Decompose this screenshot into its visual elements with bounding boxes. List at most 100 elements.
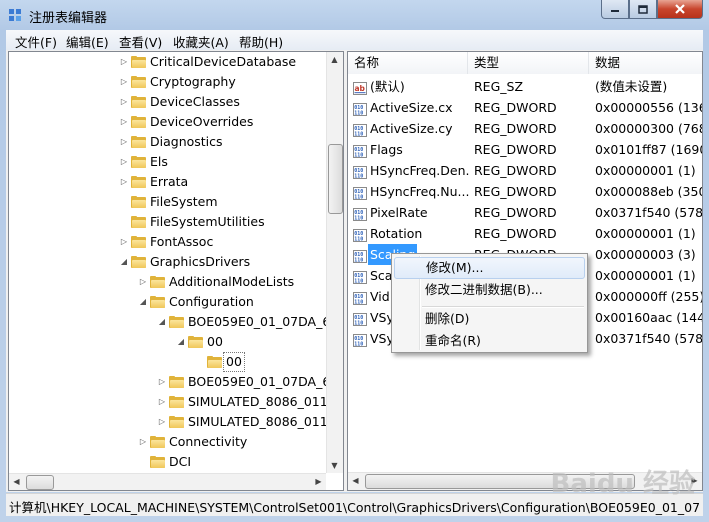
collapsed-arrow-icon[interactable]: ▷ xyxy=(138,272,148,292)
value-row[interactable]: ab (默认) REG_SZ (数值未设置) xyxy=(348,76,702,97)
value-row[interactable]: 010 110 ActiveSize.cy REG_DWORD 0x00000300 (… xyxy=(348,118,702,139)
menu-edit[interactable]: 编辑(E) xyxy=(66,32,109,51)
value-row[interactable]: 010 110 ActiveSize.cx REG_DWORD 0x00000556 (… xyxy=(348,97,702,118)
menu-favorites[interactable]: 收藏夹(A) xyxy=(173,32,229,51)
scroll-up-arrow-icon[interactable]: ▲ xyxy=(327,52,342,67)
folder-icon xyxy=(150,456,165,468)
value-row[interactable]: 010 110 HSyncFreq.Nu... REG_DWORD 0x000088eb… xyxy=(348,181,702,202)
collapsed-arrow-icon[interactable]: ▷ xyxy=(157,392,167,412)
tree-item-label: DCI xyxy=(169,454,192,469)
expanded-arrow-icon[interactable]: ◢ xyxy=(119,252,129,272)
folder-icon xyxy=(131,96,146,108)
context-menu-rename[interactable]: 重命名(R) xyxy=(394,330,585,352)
folder-icon xyxy=(131,216,146,228)
column-header-name[interactable]: 名称 xyxy=(348,52,468,74)
svg-text:110: 110 xyxy=(354,237,363,243)
value-name: (默认) xyxy=(370,79,405,94)
folder-icon xyxy=(169,316,184,328)
registry-tree-pane[interactable]: ▷ CriticalDeviceDatabase ▷ Cryptography ▷ Dev… xyxy=(8,51,344,491)
close-button[interactable] xyxy=(657,0,703,19)
value-data: 0x0101ff87 (16908 xyxy=(595,142,702,157)
tree-item[interactable]: ▷ DeviceClasses xyxy=(9,92,326,112)
collapsed-arrow-icon[interactable]: ▷ xyxy=(119,52,129,72)
menu-file[interactable]: 文件(F) xyxy=(15,32,57,51)
column-header-type[interactable]: 类型 xyxy=(468,52,589,74)
column-header-data[interactable]: 数据 xyxy=(589,52,702,74)
tree-item[interactable]: ▷ BOE059E0_01_07DA_6C xyxy=(9,372,339,392)
tree-horizontal-scroll-thumb[interactable] xyxy=(26,475,54,490)
binary-value-icon: 010 110 xyxy=(353,143,367,159)
tree-item[interactable]: ▷ Diagnostics xyxy=(9,132,326,152)
title-bar[interactable]: 注册表编辑器 xyxy=(0,0,709,30)
maximize-icon xyxy=(638,4,648,14)
tree-item[interactable]: ▷ SIMULATED_8086_0116_ xyxy=(9,392,342,412)
svg-text:110: 110 xyxy=(354,321,363,327)
registry-editor-icon xyxy=(9,9,21,21)
scroll-left-arrow-icon[interactable]: ◀ xyxy=(348,473,363,488)
window-title: 注册表编辑器 xyxy=(29,11,108,26)
collapsed-arrow-icon[interactable]: ▷ xyxy=(119,172,129,192)
tree-item[interactable]: ▷ SIMULATED_8086_0116_ xyxy=(9,412,342,432)
svg-text:110: 110 xyxy=(354,132,363,138)
value-row[interactable]: 010 110 HSyncFreq.Den... REG_DWORD 0x0000000… xyxy=(348,160,702,181)
binary-value-icon: 010 110 xyxy=(353,206,367,222)
scroll-right-arrow-icon[interactable]: ▶ xyxy=(311,474,326,489)
expanded-arrow-icon[interactable]: ◢ xyxy=(157,312,167,332)
tree-item[interactable]: ◢ GraphicsDrivers xyxy=(9,252,326,272)
collapsed-arrow-icon[interactable]: ▷ xyxy=(138,432,148,452)
tree-item[interactable]: FileSystem xyxy=(9,192,326,212)
collapsed-arrow-icon[interactable]: ▷ xyxy=(119,132,129,152)
tree-item[interactable]: 00 xyxy=(9,352,326,372)
collapsed-arrow-icon[interactable]: ▷ xyxy=(119,112,129,132)
tree-item[interactable]: ▷ CriticalDeviceDatabase xyxy=(9,52,326,72)
tree-item-label: CriticalDeviceDatabase xyxy=(150,54,297,69)
scroll-left-arrow-icon[interactable]: ◀ xyxy=(9,474,24,489)
tree-item[interactable]: DCI xyxy=(9,452,326,472)
binary-value-icon: 010 110 xyxy=(353,185,367,201)
collapsed-arrow-icon[interactable]: ▷ xyxy=(119,72,129,92)
collapsed-arrow-icon[interactable]: ▷ xyxy=(119,152,129,172)
tree-vertical-scroll-thumb[interactable] xyxy=(328,144,343,214)
expanded-arrow-icon[interactable]: ◢ xyxy=(138,292,148,312)
maximize-button[interactable] xyxy=(629,0,657,19)
tree-item[interactable]: ▷ AdditionalModeLists xyxy=(9,272,326,292)
watermark: Baidu 经验 xyxy=(550,469,695,499)
tree-item[interactable]: ▷ DeviceOverrides xyxy=(9,112,326,132)
tree-item[interactable]: ◢ 00 xyxy=(9,332,326,352)
tree-item-label: DeviceOverrides xyxy=(150,114,254,129)
svg-text:110: 110 xyxy=(354,174,363,180)
context-menu-delete[interactable]: 删除(D) xyxy=(394,308,585,330)
menu-help[interactable]: 帮助(H) xyxy=(239,32,283,51)
value-row[interactable]: 010110PixelRate REG_DWORD 0x0371f540 (5780… xyxy=(348,202,702,223)
menu-view[interactable]: 查看(V) xyxy=(119,32,162,51)
scroll-down-arrow-icon[interactable]: ▼ xyxy=(327,458,342,473)
menu-bar: 文件(F) 编辑(E) 查看(V) 收藏夹(A) 帮助(H) xyxy=(6,30,703,51)
context-menu-modify[interactable]: 修改(M)... xyxy=(394,257,585,279)
tree-item[interactable]: FileSystemUtilities xyxy=(9,212,326,232)
tree-item-label: Els xyxy=(150,154,168,169)
tree-item[interactable]: ◢ Configuration xyxy=(9,292,326,312)
value-name: HSyncFreq.Den... xyxy=(370,163,470,178)
tree-item[interactable]: ▷ Connectivity xyxy=(9,432,326,452)
tree-item[interactable]: ▷ Errata xyxy=(9,172,326,192)
tree-horizontal-scrollbar[interactable]: ◀ ▶ xyxy=(9,473,326,490)
tree-item[interactable]: ▷ Cryptography xyxy=(9,72,326,92)
tree-item-label: FileSystemUtilities xyxy=(150,214,265,229)
expanded-arrow-icon[interactable]: ◢ xyxy=(176,332,186,352)
context-menu-modify-binary[interactable]: 修改二进制数据(B)... xyxy=(394,279,585,301)
folder-icon xyxy=(131,116,146,128)
main-content: ▷ CriticalDeviceDatabase ▷ Cryptography ▷ Dev… xyxy=(6,50,703,492)
minimize-icon xyxy=(611,10,619,12)
collapsed-arrow-icon[interactable]: ▷ xyxy=(119,232,129,252)
tree-item[interactable]: ▷ FontAssoc xyxy=(9,232,326,252)
tree-vertical-scrollbar[interactable]: ▲ ▼ xyxy=(326,52,343,473)
collapsed-arrow-icon[interactable]: ▷ xyxy=(119,92,129,112)
minimize-button[interactable] xyxy=(601,0,629,19)
binary-value-icon: 010 110 xyxy=(353,122,367,138)
value-row[interactable]: 010 110 Rotation REG_DWORD 0x00000001 (1) xyxy=(348,223,702,244)
collapsed-arrow-icon[interactable]: ▷ xyxy=(157,372,167,392)
tree-item[interactable]: ◢ BOE059E0_01_07DA_6C xyxy=(9,312,339,332)
tree-item[interactable]: ▷ Els xyxy=(9,152,326,172)
value-row[interactable]: 010110Flags REG_DWORD 0x0101ff87 (16908 xyxy=(348,139,702,160)
collapsed-arrow-icon[interactable]: ▷ xyxy=(157,412,167,432)
